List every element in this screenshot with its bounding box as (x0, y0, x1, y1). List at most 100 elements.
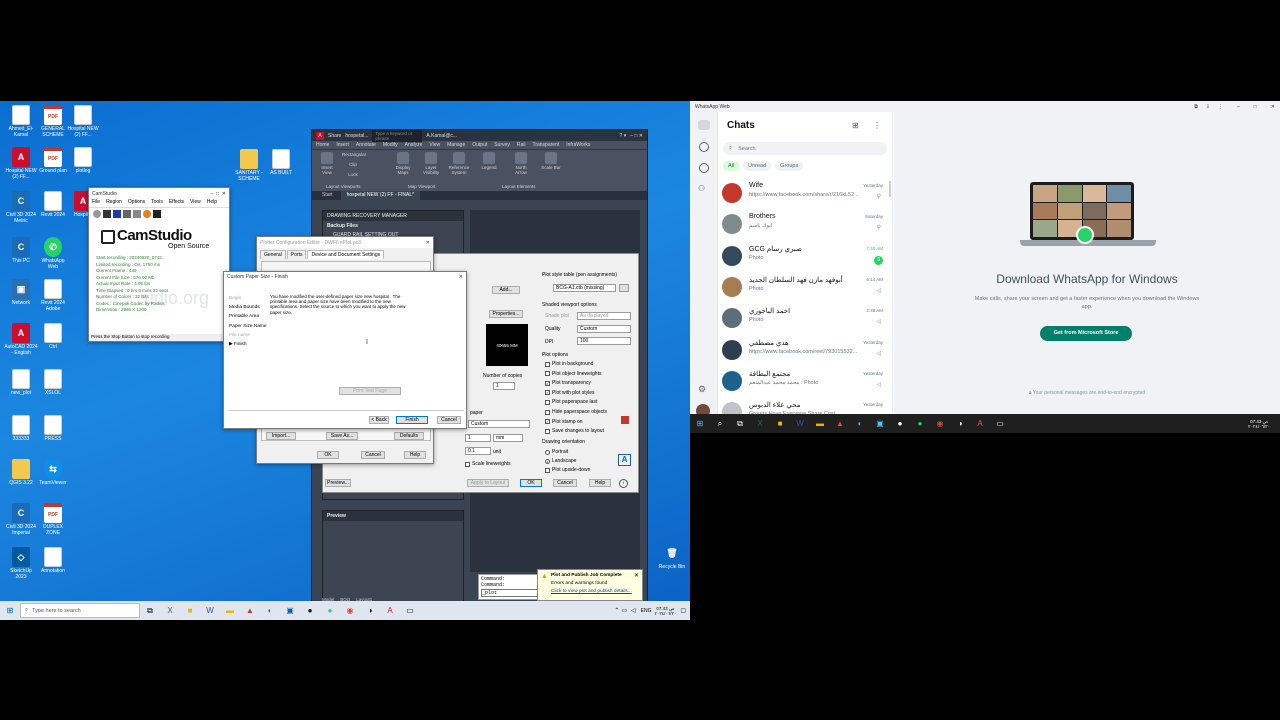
help-button[interactable]: Help (589, 479, 611, 487)
orientation-option[interactable]: Plot upside-down (545, 467, 590, 473)
chat-row[interactable]: Brothers ابوك ناسم Saturday ⚲ (719, 210, 889, 241)
taskbar-search[interactable]: ⌕ Type here to search (20, 603, 140, 618)
ribbon-tab[interactable]: InfraWorks (566, 141, 590, 149)
chat-row[interactable]: محي علاء الدبوسGroups Have Everyone Shar… (719, 398, 889, 414)
autocad-logo-icon[interactable]: A (316, 131, 324, 140)
clock[interactable]: 07:43 ص ٢٠٢٤/٠٦/٢٠ (654, 606, 676, 616)
word-icon[interactable]: W (793, 418, 807, 430)
ribbon-tab[interactable]: Transparent (532, 141, 559, 149)
close-icon[interactable]: ✕ (1271, 104, 1275, 110)
desktop-icon[interactable]: ▣ Network (4, 279, 38, 306)
dpi-field[interactable]: 100 (577, 337, 631, 345)
acrobat-icon[interactable]: ▲ (833, 418, 847, 430)
ribbon-tab[interactable]: Analyze (405, 141, 423, 149)
whatsapp-taskbar-icon[interactable]: ● (322, 604, 338, 618)
chat-list-scrollbar[interactable] (889, 181, 891, 197)
new-chat-icon[interactable]: ⊞ (852, 121, 859, 130)
command-input[interactable]: _plot (481, 589, 545, 597)
ribbon-tab[interactable]: View (429, 141, 440, 149)
filter-chip[interactable]: Groups (775, 161, 804, 171)
doc-tab[interactable]: Start (316, 191, 339, 200)
plot-option-checkbox[interactable]: Plot paperspace last (545, 399, 597, 405)
plot-option-checkbox[interactable]: Plot object lineweights (545, 371, 601, 377)
maximize-icon[interactable]: □ (1254, 104, 1257, 110)
ribbon-tab[interactable]: Insert (336, 141, 349, 149)
profile-avatar[interactable] (696, 404, 710, 414)
desktop-icon[interactable]: A AutoCAD 2024 - English (4, 323, 38, 356)
edit-plot-style-icon[interactable] (619, 284, 629, 292)
chat-row[interactable]: أبوفهد مازن فهد السلطان الجديد Photo 6:14 … (719, 273, 889, 304)
plot-option-checkbox[interactable]: Plot in background (545, 361, 593, 367)
apply-layout-button[interactable]: Apply to Layout (467, 479, 509, 487)
camstudio-menu-item[interactable]: Options (128, 199, 145, 207)
ribbon-tool[interactable]: Legend (478, 152, 500, 170)
desktop-icon[interactable]: ✆ WhatsApp Web (36, 237, 70, 270)
ribbon-tool[interactable]: Scale Bar (540, 152, 562, 170)
desktop-icon[interactable]: ◇ SketchUp 2023 (4, 547, 38, 580)
close-icon[interactable]: ✕ (426, 240, 430, 246)
wizard-cancel-button[interactable]: Cancel (437, 416, 461, 424)
window-controls[interactable]: – □ ✕ (210, 191, 226, 197)
properties-button[interactable]: Properties... (489, 310, 523, 318)
sketchup-taskbar-icon[interactable]: ◑ (362, 604, 378, 618)
chat-row[interactable]: GCG صبري رسام Photo 7:40 AM 3 (719, 242, 889, 273)
copies-field[interactable]: 1 (493, 382, 515, 390)
desktop-icon[interactable]: PDF DUPLEX ZONE (36, 503, 70, 536)
ribbon-tab[interactable]: Rail (517, 141, 526, 149)
settings-icon[interactable]: ⚙ (698, 384, 706, 395)
defaults-button[interactable]: Defaults (394, 432, 424, 440)
cursor-icon[interactable] (153, 210, 161, 218)
editor-ok-button[interactable]: OK (317, 451, 339, 459)
desktop-icon[interactable]: plotlog (66, 147, 100, 174)
window-controls[interactable]: – □ ✕ (630, 133, 643, 139)
chat-search[interactable]: ⌕ Search (723, 142, 887, 155)
autocad-taskbar-icon[interactable]: A (973, 418, 987, 430)
desktop-icon[interactable]: XSLOL (36, 369, 70, 396)
plotter-editor-tab[interactable]: Ports (286, 250, 307, 259)
plot-stamp-settings-icon[interactable] (621, 416, 629, 424)
pause-icon[interactable] (103, 210, 111, 218)
desktop-icon[interactable]: ⇆ TeamViewer (36, 459, 70, 486)
orientation-option[interactable]: Portrait (545, 449, 568, 455)
obs-icon[interactable]: ● (302, 604, 318, 618)
minimize-icon[interactable]: – (1237, 104, 1240, 110)
ribbon-tab[interactable]: Home (316, 141, 329, 149)
camstudio-menu-item[interactable]: Tools (151, 199, 163, 207)
whatsapp-taskbar-icon[interactable]: ● (913, 418, 927, 430)
word-icon[interactable]: W (202, 604, 218, 618)
quality-select[interactable]: Custom (577, 325, 631, 333)
notification-link[interactable]: Click to view plot and publish details..… (551, 589, 638, 594)
plot-option-checkbox[interactable]: ✓ Plot transparency (545, 380, 591, 386)
chat-row[interactable]: هدي مصطفي https://www.facebook.com/reel/7… (719, 336, 889, 367)
sticky-notes-icon[interactable]: ■ (182, 604, 198, 618)
doc-tab[interactable]: hospetal NEW (2) FF - FINAL* (340, 191, 421, 200)
desktop-icon[interactable]: 333333 (4, 415, 38, 442)
orientation-option[interactable]: • Landscape (545, 458, 576, 464)
desktop-icon[interactable]: new_plot (4, 369, 38, 396)
tray-arrow-icon[interactable]: ⌃ (614, 607, 619, 614)
desktop-icon[interactable]: 🗑︎ Recycle Bin (655, 543, 689, 571)
desktop-icon[interactable]: C This PC (4, 237, 38, 264)
plot-option-checkbox[interactable]: Hide paperspace objects (545, 409, 607, 415)
record-icon[interactable] (93, 210, 101, 218)
obs-icon[interactable]: ● (893, 418, 907, 430)
chrome-icon[interactable]: ◉ (342, 604, 358, 618)
desktop-icon[interactable]: Ctrl (36, 323, 70, 350)
acrobat-icon[interactable]: ▲ (242, 604, 258, 618)
camstudio-menu-item[interactable]: Help (207, 199, 217, 207)
editor-help-button[interactable]: Help (404, 451, 426, 459)
desktop-icon[interactable]: PDF GENERAL SCHEME (36, 105, 70, 138)
filter-chip[interactable]: All (723, 161, 740, 171)
ribbon-tab[interactable]: Annotate (356, 141, 376, 149)
plot-option-checkbox[interactable]: ✓ Plot with plot styles (545, 390, 595, 396)
download-icon[interactable]: ⇩ (1206, 104, 1210, 110)
user-account[interactable]: A.Kamal@c... (426, 133, 457, 139)
scale-field-1[interactable]: 1 (465, 434, 491, 442)
windows-taskbar-icon[interactable]: ▭ (402, 604, 418, 618)
ribbon-tool[interactable]: North Arrow (510, 152, 532, 175)
desktop-icon[interactable]: Revit 2024 (36, 191, 70, 218)
desktop-icon[interactable]: PDF Ground plan (36, 147, 70, 174)
ribbon-tab[interactable]: Output (472, 141, 487, 149)
extensions-icon[interactable]: ⧉ (1194, 104, 1198, 110)
file-explorer-icon[interactable]: ▬ (222, 604, 238, 618)
